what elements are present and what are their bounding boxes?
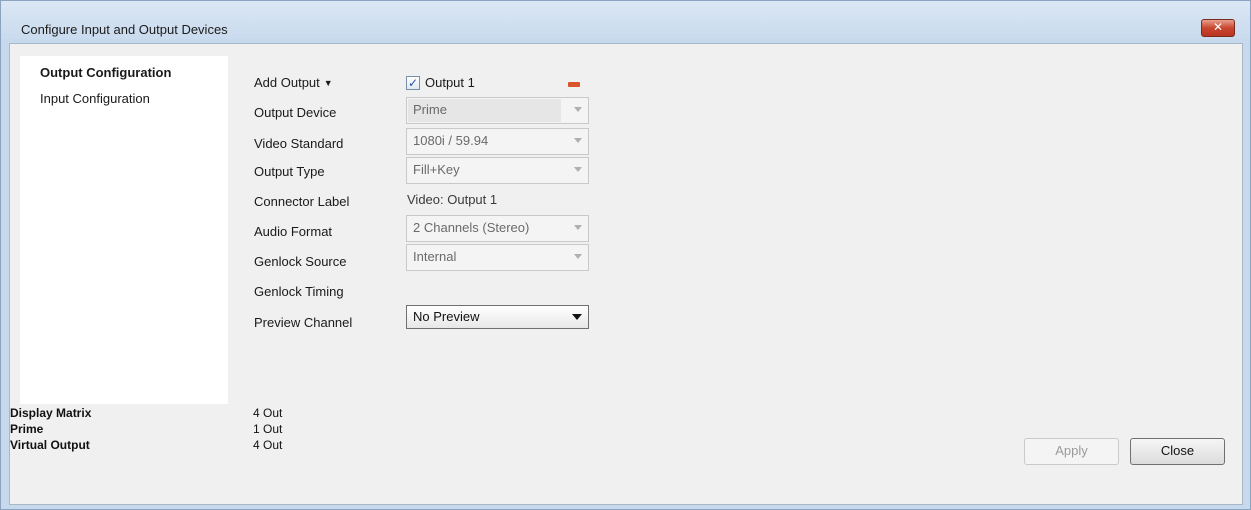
video-standard-select[interactable]: 1080i / 59.94 — [406, 128, 589, 155]
genlock-source-select[interactable]: Internal — [406, 244, 589, 271]
title-bar: Configure Input and Output Devices ✕ — [1, 1, 1250, 39]
chevron-down-icon — [572, 314, 582, 320]
summary-value-virtual-output: 4 Out — [253, 438, 283, 452]
add-output-label: Add Output — [254, 75, 320, 90]
chevron-down-icon — [574, 254, 582, 259]
dialog-body: Output Configuration Input Configuration… — [9, 43, 1243, 505]
preview-channel-value: No Preview — [413, 309, 480, 324]
output-1-checkbox[interactable]: ✓ — [406, 75, 420, 90]
preview-channel-label: Preview Channel — [254, 315, 353, 330]
chevron-down-icon — [574, 107, 582, 112]
summary-value-display-matrix: 4 Out — [253, 406, 283, 420]
summary-name-virtual-output: Virtual Output — [10, 438, 90, 452]
genlock-source-value: Internal — [413, 249, 457, 264]
preview-channel-select[interactable]: No Preview — [406, 305, 589, 329]
output-device-value: Prime — [413, 102, 447, 117]
audio-format-value: 2 Channels (Stereo) — [413, 220, 530, 235]
add-output-dropdown[interactable]: Add Output ▼ — [254, 75, 333, 90]
output-device-select[interactable]: Prime — [406, 97, 589, 124]
close-icon: ✕ — [1212, 20, 1224, 34]
output-1-label: Output 1 — [425, 75, 475, 90]
apply-button[interactable]: Apply — [1024, 438, 1119, 465]
connector-label-label: Connector Label — [254, 194, 350, 209]
genlock-timing-label: Genlock Timing — [254, 284, 344, 299]
check-icon: ✓ — [407, 75, 419, 90]
video-standard-label: Video Standard — [254, 136, 344, 151]
audio-format-select[interactable]: 2 Channels (Stereo) — [406, 215, 589, 242]
window-close-button[interactable]: ✕ — [1201, 19, 1235, 37]
chevron-down-icon — [574, 167, 582, 172]
window-title: Configure Input and Output Devices — [21, 22, 228, 37]
audio-format-label: Audio Format — [254, 224, 333, 239]
output-1-checkbox-row[interactable]: ✓ Output 1 — [406, 75, 475, 90]
video-standard-value: 1080i / 59.94 — [413, 133, 489, 148]
nav-item-input-configuration[interactable]: Input Configuration — [40, 91, 150, 106]
chevron-down-icon: ▼ — [323, 78, 333, 88]
remove-output-button[interactable] — [568, 82, 580, 87]
nav-item-output-configuration[interactable]: Output Configuration — [40, 65, 171, 80]
output-type-select[interactable]: Fill+Key — [406, 157, 589, 184]
connector-label-value: Video: Output 1 — [407, 192, 498, 207]
chevron-down-icon — [574, 138, 582, 143]
output-type-label: Output Type — [254, 164, 325, 179]
configuration-nav: Output Configuration Input Configuration — [20, 56, 228, 404]
close-button[interactable]: Close — [1130, 438, 1225, 465]
summary-name-prime: Prime — [10, 422, 44, 436]
summary-value-prime: 1 Out — [253, 422, 283, 436]
dialog-window: Configure Input and Output Devices ✕ Out… — [0, 0, 1251, 510]
chevron-down-icon — [574, 225, 582, 230]
summary-name-display-matrix: Display Matrix — [10, 406, 92, 420]
genlock-source-label: Genlock Source — [254, 254, 347, 269]
output-device-label: Output Device — [254, 105, 337, 120]
output-type-value: Fill+Key — [413, 162, 460, 177]
